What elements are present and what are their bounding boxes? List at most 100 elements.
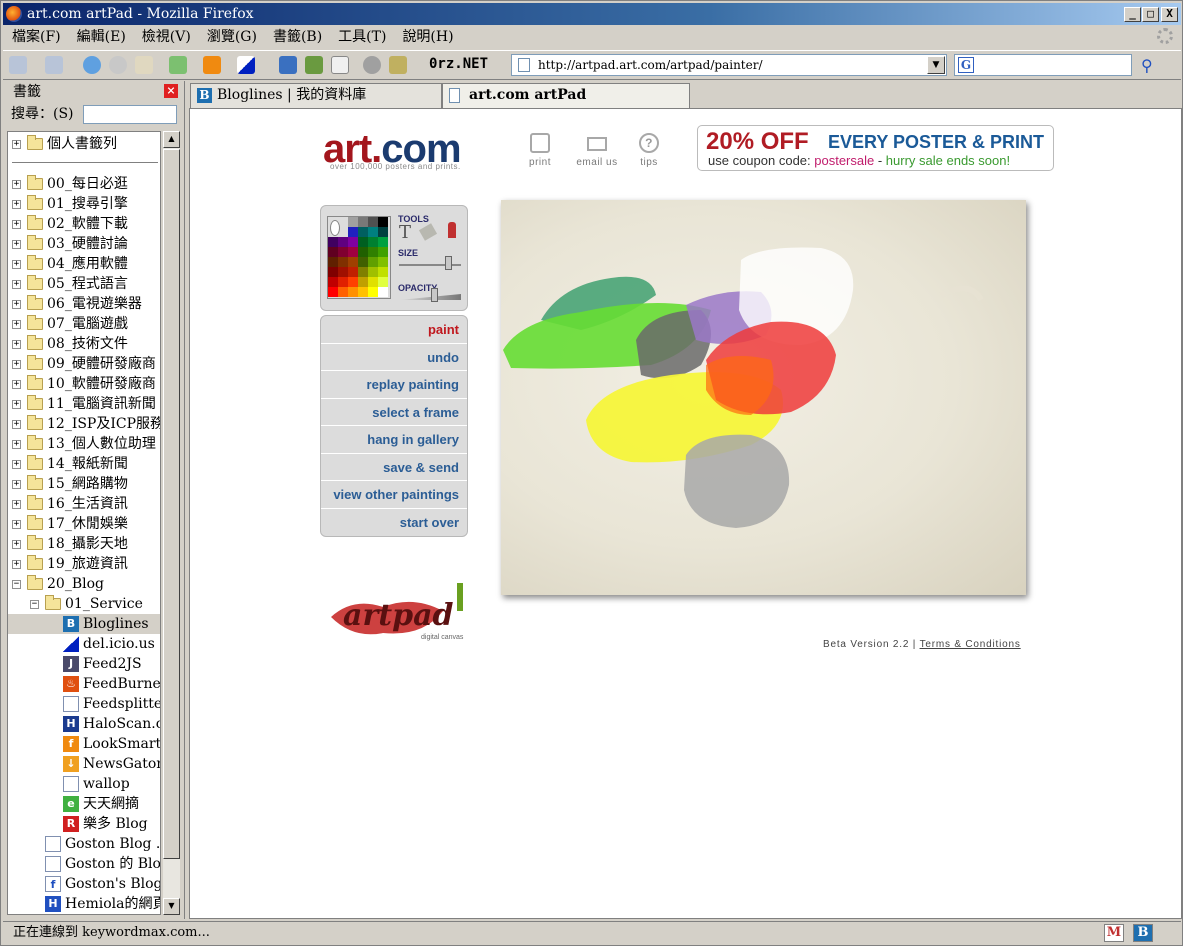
palette-swatch[interactable] (368, 287, 378, 297)
bookmark-folder[interactable]: +12_ISP及ICP服務 (8, 414, 160, 434)
sidebar-close-icon[interactable]: × (164, 84, 178, 98)
bookmark-folder[interactable]: +18_攝影天地 (8, 534, 160, 554)
print-link[interactable]: print (523, 133, 557, 168)
menu-file[interactable]: 檔案(F) (3, 25, 68, 47)
menu-tools[interactable]: 工具(T) (329, 25, 393, 47)
palette-swatch[interactable] (328, 237, 338, 247)
replay-painting-button[interactable]: replay painting (321, 371, 467, 399)
collapse-icon[interactable]: − (12, 580, 21, 589)
bookmark-folder[interactable]: +03_硬體討論 (8, 234, 160, 254)
bookmark-item[interactable]: R 樂多 Blog (8, 814, 160, 834)
expand-icon[interactable]: + (12, 340, 21, 349)
palette-swatch[interactable] (348, 287, 358, 297)
bookmark-folder[interactable]: +02_軟體下載 (8, 214, 160, 234)
eraser-icon[interactable] (418, 223, 438, 241)
palette-swatch[interactable] (378, 287, 388, 297)
palette-swatch[interactable] (358, 257, 368, 267)
opacity-slider-handle[interactable] (431, 288, 438, 302)
palette-swatch[interactable] (378, 247, 388, 257)
reload-icon[interactable] (83, 56, 101, 74)
expand-icon[interactable]: + (12, 260, 21, 269)
bookmark-folder[interactable]: +19_旅遊資訊 (8, 554, 160, 574)
collapse-icon[interactable]: − (30, 600, 39, 609)
palette-swatch[interactable] (338, 277, 348, 287)
painting-canvas[interactable] (501, 200, 1026, 595)
palette-swatch[interactable] (328, 247, 338, 257)
expand-icon[interactable]: + (12, 180, 21, 189)
bookmark-folder[interactable]: +14_報紙新聞 (8, 454, 160, 474)
looksmart-icon[interactable] (203, 56, 221, 74)
palette-swatch[interactable] (348, 267, 358, 277)
palette-swatch[interactable] (378, 257, 388, 267)
bookmark-folder[interactable]: +10_軟體研發廠商 (8, 374, 160, 394)
url-bar[interactable]: http://artpad.art.com/artpad/painter/ ▼ (511, 54, 947, 76)
select-frame-button[interactable]: select a frame (321, 399, 467, 426)
stop-icon[interactable] (109, 56, 127, 74)
scroll-down-button[interactable]: ▼ (163, 898, 180, 915)
url-dropdown-button[interactable]: ▼ (927, 56, 945, 74)
palette-swatch[interactable] (368, 227, 378, 237)
view-other-paintings-button[interactable]: view other paintings (321, 481, 467, 509)
palette-swatch[interactable] (348, 227, 358, 237)
bookmark-item[interactable]: Feedsplitter (8, 694, 160, 714)
palette-swatch[interactable] (368, 217, 378, 227)
bookmark-item[interactable]: del.icio.us (8, 634, 160, 654)
bookmark-folder[interactable]: − 01_Service (8, 594, 160, 614)
bookmark-item[interactable]: HHaloScan.c... (8, 714, 160, 734)
palette-swatch[interactable] (328, 277, 338, 287)
delicious-icon[interactable] (237, 56, 255, 74)
bookmark-manager-icon[interactable] (169, 56, 187, 74)
bookmark-item[interactable]: f Goston's Blog (8, 874, 160, 894)
expand-icon[interactable]: + (12, 480, 21, 489)
palette-swatch[interactable] (328, 287, 338, 297)
palette-swatch[interactable] (338, 257, 348, 267)
leaf-icon[interactable] (305, 56, 323, 74)
bookmark-item[interactable]: e 天天網摘 (8, 794, 160, 814)
bookmark-folder[interactable]: +05_程式語言 (8, 274, 160, 294)
extension-icon[interactable] (389, 56, 407, 74)
palette-swatch[interactable] (368, 267, 378, 277)
expand-icon[interactable]: + (12, 300, 21, 309)
expand-icon[interactable]: + (12, 520, 21, 529)
palette-swatch[interactable] (358, 247, 368, 257)
bookmark-item[interactable]: B Bloglines (8, 614, 160, 634)
bookmark-folder[interactable]: +11_電腦資訊新聞 (8, 394, 160, 414)
expand-icon[interactable]: + (12, 240, 21, 249)
maximize-button[interactable]: □ (1142, 7, 1159, 22)
expand-icon[interactable]: + (12, 440, 21, 449)
gmail-icon[interactable]: M (1104, 924, 1124, 942)
palette-swatch[interactable] (358, 267, 368, 277)
search-go-icon[interactable]: ⚲ (1141, 56, 1159, 75)
palette-swatch[interactable] (358, 277, 368, 287)
palette-swatch[interactable] (348, 237, 358, 247)
bookmark-folder[interactable]: +08_技術文件 (8, 334, 160, 354)
start-over-button[interactable]: start over (321, 509, 467, 537)
sidebar-search-input[interactable] (83, 105, 177, 124)
palette-swatch[interactable] (348, 217, 358, 227)
tips-link[interactable]: ? tips (636, 133, 662, 168)
palette-swatch[interactable] (348, 247, 358, 257)
orz-net-button[interactable]: 0rz.NET (429, 56, 488, 72)
google-icon[interactable]: G (958, 57, 974, 73)
bookmark-item[interactable]: Goston 的 Blog (8, 854, 160, 874)
bloglines-notifier-icon[interactable]: B (1133, 924, 1153, 942)
minimize-button[interactable]: _ (1124, 7, 1141, 22)
color-picker-icon[interactable] (330, 220, 340, 236)
expand-icon[interactable]: + (12, 320, 21, 329)
palette-swatch[interactable] (338, 267, 348, 277)
save-send-button[interactable]: save & send (321, 454, 467, 481)
expand-icon[interactable]: + (12, 500, 21, 509)
back-icon[interactable] (9, 56, 27, 74)
bookmark-folder[interactable]: +06_電視遊樂器 (8, 294, 160, 314)
bookmark-folder[interactable]: +13_個人數位助理 (8, 434, 160, 454)
bookmark-item[interactable]: fLookSmart... (8, 734, 160, 754)
palette-swatch[interactable] (378, 227, 388, 237)
sidebar-scrollbar[interactable]: ▲ ▼ (163, 131, 180, 915)
bookmark-item[interactable]: H Hemiola的網頁 (8, 894, 160, 914)
palette-swatch[interactable] (328, 267, 338, 277)
bookmark-folder[interactable]: + 個人書籤列 (8, 134, 160, 154)
bookmark-folder[interactable]: +17_休閒娛樂 (8, 514, 160, 534)
palette-swatch[interactable] (338, 287, 348, 297)
bookmark-item[interactable]: wallop (8, 774, 160, 794)
expand-icon[interactable]: + (12, 140, 21, 149)
